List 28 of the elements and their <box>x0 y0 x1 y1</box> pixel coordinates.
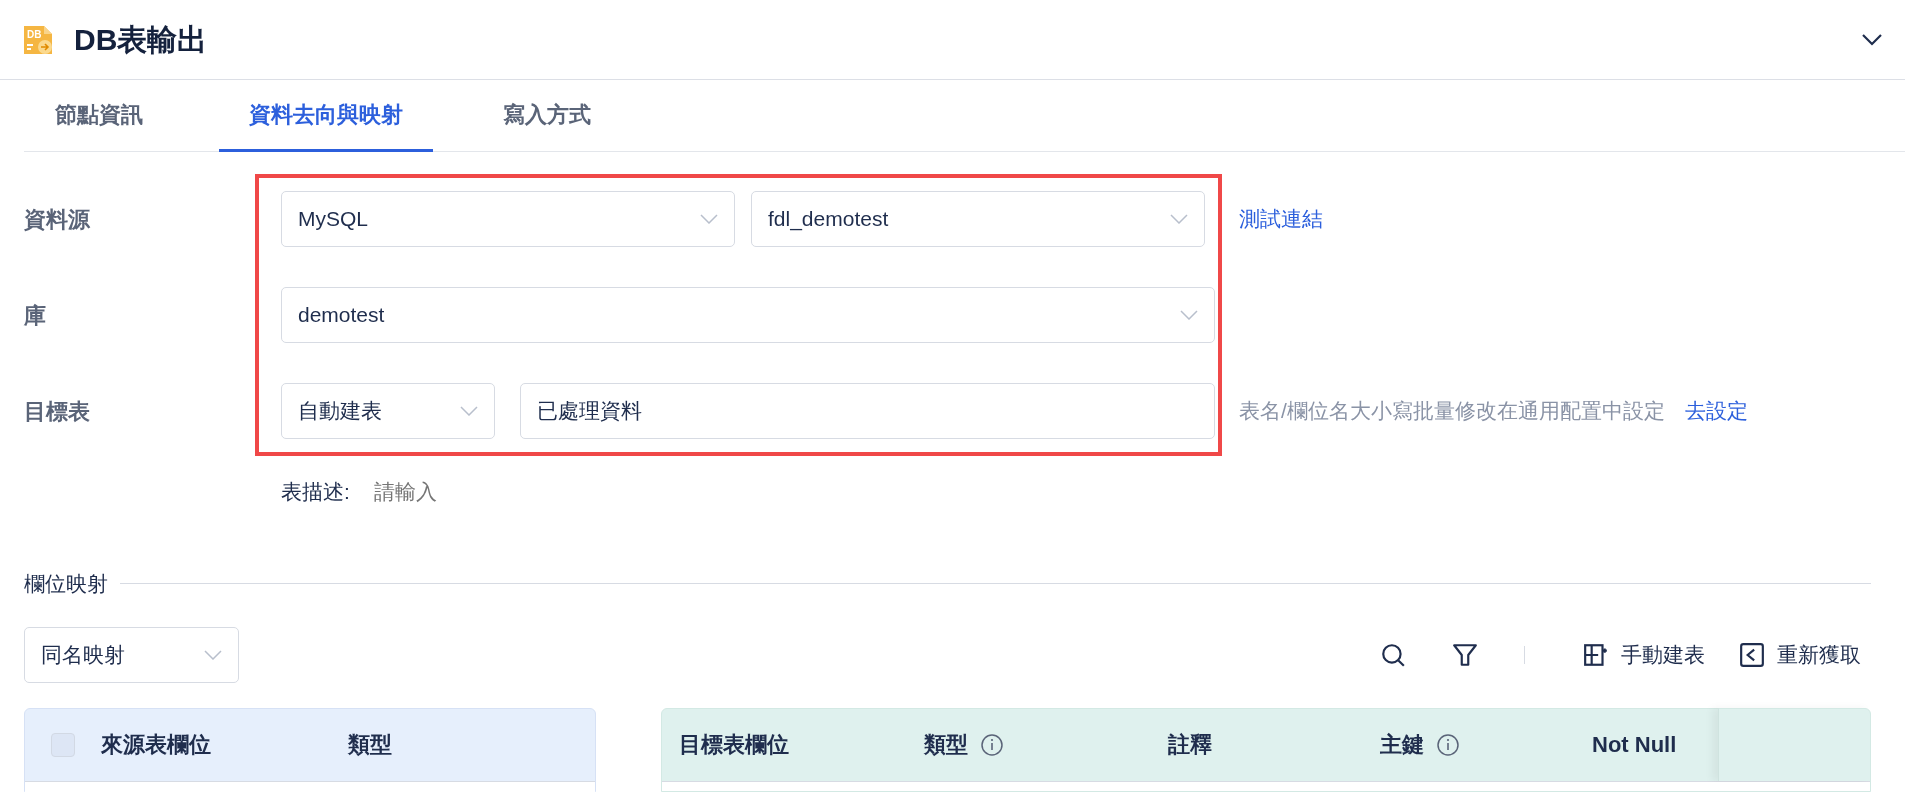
column-header: 目標表欄位 <box>679 731 789 759</box>
connection-select[interactable]: fdl_demotest <box>751 191 1205 247</box>
column-header: 來源表欄位 <box>101 731 212 759</box>
tab[interactable]: 寫入方式 <box>473 80 621 152</box>
mapping-mode-select[interactable]: 同名映射 <box>24 626 239 683</box>
toolbar-button[interactable]: 手動建表 <box>1583 638 1705 671</box>
column-header: Not Null <box>1592 731 1677 759</box>
db-export-icon: DB <box>22 23 54 56</box>
column-header: 類型 <box>348 731 392 759</box>
column-header: 類型 <box>924 731 968 759</box>
toolbar-button[interactable]: 重新獲取 <box>1739 638 1861 671</box>
tab[interactable]: 節點資訊 <box>24 80 173 152</box>
settings-link[interactable]: 去設定 <box>1684 395 1748 427</box>
hint-text: 表名/欄位名大小寫批量修改在通用配置中設定 <box>1239 398 1665 425</box>
field-label: 表描述: <box>281 479 350 506</box>
section-title: 欄位映射 <box>24 571 108 597</box>
field-label: 庫 <box>24 301 47 330</box>
database-select[interactable]: demotest <box>281 287 1215 343</box>
field-label: 資料源 <box>24 205 91 234</box>
table-mode-select[interactable]: 自動建表 <box>281 383 495 439</box>
field-label: 目標表 <box>24 397 91 426</box>
panel-title: DB表輸出 <box>74 22 208 58</box>
column-header: 註釋 <box>1168 731 1212 759</box>
tab[interactable]: 資料去向與映射 <box>219 80 433 152</box>
source-type-select[interactable]: MySQL <box>281 191 735 247</box>
table-name-field[interactable]: 已處理資料 <box>520 383 1215 439</box>
column-header: 主鍵 <box>1380 731 1424 759</box>
test-connection-link[interactable]: 測試連結 <box>1239 203 1323 235</box>
